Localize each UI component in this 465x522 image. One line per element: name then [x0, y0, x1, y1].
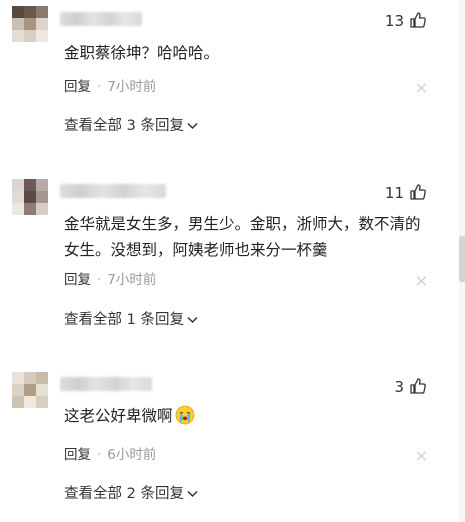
avatar[interactable] [12, 372, 48, 408]
crying-face-emoji [175, 405, 194, 425]
thumbs-up-icon[interactable] [409, 183, 427, 201]
thumbs-up-icon[interactable] [409, 377, 427, 395]
scrollbar-thumb[interactable] [459, 236, 465, 282]
reply-button[interactable]: 回复 [64, 272, 91, 288]
chevron-down-icon [187, 490, 198, 498]
view-all-replies-button[interactable]: 查看全部 3 条回复 [64, 117, 198, 135]
reply-button[interactable]: 回复 [64, 79, 91, 95]
username-redacted[interactable] [60, 184, 166, 198]
avatar[interactable] [12, 6, 48, 42]
comment-text: 金华就是女生多，男生少。金职，浙师大，数不清的女生。没想到，阿姨老师也来分一杯羹 [64, 215, 421, 259]
comment-text: 金职蔡徐坤？哈哈哈。 [64, 44, 220, 62]
separator-dot: · [97, 447, 102, 463]
close-icon[interactable] [417, 451, 427, 461]
view-all-replies-button[interactable]: 查看全部 1 条回复 [64, 311, 198, 329]
like-count: 13 [384, 12, 404, 30]
view-replies-label: 查看全部 3 条回复 [64, 118, 184, 134]
comment-meta: 回复 · 7小时前 [64, 79, 156, 95]
username-redacted[interactable] [60, 377, 152, 391]
like-count: 11 [384, 184, 404, 202]
username-redacted[interactable] [60, 12, 142, 26]
comment-text: 这老公好卑微啊 [64, 403, 434, 429]
separator-dot: · [97, 272, 102, 288]
view-replies-label: 查看全部 1 条回复 [64, 312, 184, 328]
timestamp: 6小时前 [107, 447, 157, 463]
close-icon[interactable] [417, 83, 427, 93]
timestamp: 7小时前 [107, 272, 157, 288]
chevron-down-icon [187, 122, 198, 130]
view-replies-label: 查看全部 2 条回复 [64, 486, 184, 502]
comment-meta: 回复 · 7小时前 [64, 272, 156, 288]
avatar[interactable] [12, 179, 48, 215]
chevron-down-icon [187, 316, 198, 324]
comment-meta: 回复 · 6小时前 [64, 447, 156, 463]
like-count: 3 [394, 378, 404, 396]
thumbs-up-icon[interactable] [409, 11, 427, 29]
comment-text-content: 这老公好卑微啊 [64, 407, 173, 425]
close-icon[interactable] [417, 276, 427, 286]
view-all-replies-button[interactable]: 查看全部 2 条回复 [64, 485, 198, 503]
timestamp: 7小时前 [107, 79, 157, 95]
scrollbar-track[interactable] [459, 0, 465, 522]
separator-dot: · [97, 79, 102, 95]
reply-button[interactable]: 回复 [64, 447, 91, 463]
